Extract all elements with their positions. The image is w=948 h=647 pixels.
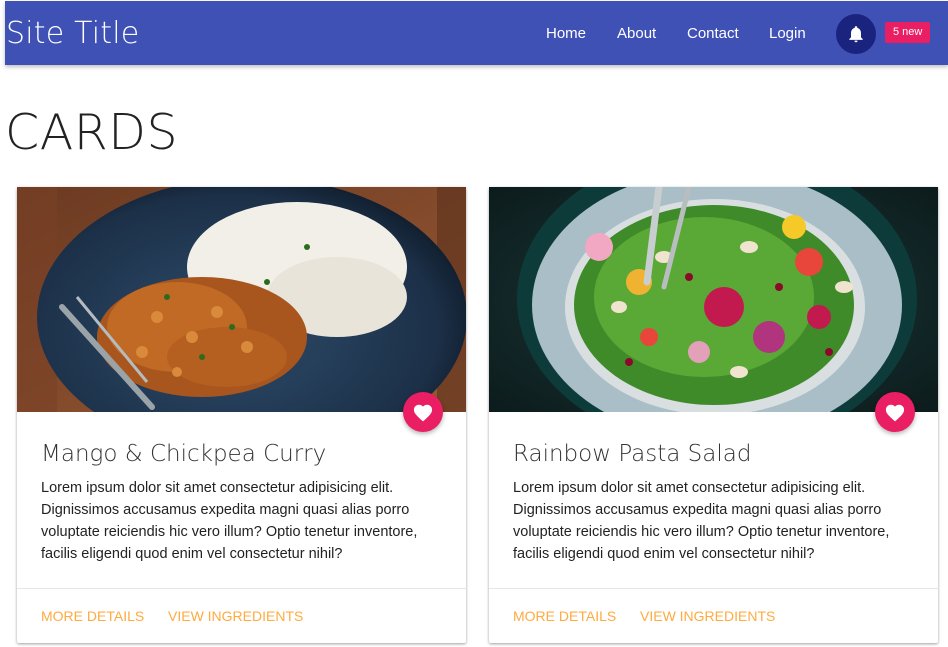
card-divider: [17, 588, 466, 589]
card-title: Rainbow Pasta Salad: [513, 441, 752, 467]
more-details-button[interactable]: MORE DETAILS: [513, 607, 616, 625]
recipe-card-curry: Mango & Chickpea Curry Lorem ipsum dolor…: [17, 187, 466, 643]
card-divider: [489, 588, 938, 589]
notifications-button[interactable]: [836, 14, 876, 54]
more-details-button[interactable]: MORE DETAILS: [41, 607, 144, 625]
view-ingredients-button[interactable]: VIEW INGREDIENTS: [168, 607, 303, 625]
view-ingredients-button[interactable]: VIEW INGREDIENTS: [640, 607, 775, 625]
favorite-button[interactable]: [403, 392, 443, 432]
navbar: Site Title Home About Contact Login 5 ne…: [5, 1, 948, 65]
site-title[interactable]: Site Title: [6, 16, 139, 52]
card-description: Lorem ipsum dolor sit amet consectetur a…: [41, 480, 418, 562]
card-image-salad: [489, 187, 938, 412]
notification-badge: 5 new: [885, 22, 931, 43]
nav-link-home[interactable]: Home: [546, 24, 586, 44]
recipe-card-salad: Rainbow Pasta Salad Lorem ipsum dolor si…: [489, 187, 938, 643]
favorite-button[interactable]: [875, 392, 915, 432]
heart-icon: [413, 404, 433, 422]
nav-link-about[interactable]: About: [617, 24, 656, 44]
card-description: Lorem ipsum dolor sit amet consectetur a…: [513, 480, 890, 562]
card-image-curry: [17, 187, 466, 412]
card-title: Mango & Chickpea Curry: [41, 441, 327, 467]
page-title: CARDS: [5, 104, 179, 161]
bell-icon: [849, 26, 863, 43]
nav-link-login[interactable]: Login: [769, 24, 806, 44]
heart-icon: [885, 404, 905, 422]
nav-link-contact[interactable]: Contact: [687, 24, 739, 44]
